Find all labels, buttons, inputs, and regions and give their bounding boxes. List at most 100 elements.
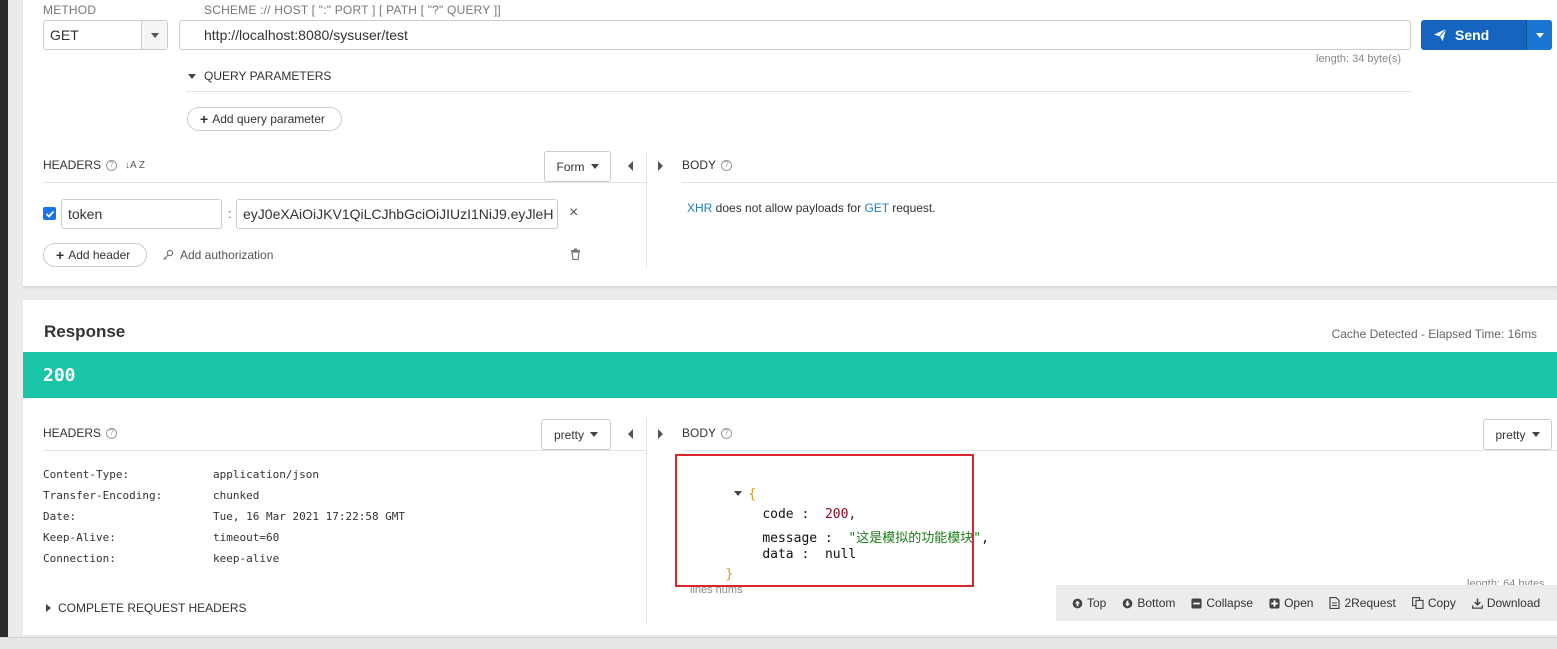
form-label: Form — [556, 159, 585, 174]
request-panel: METHOD GET SCHEME :// HOST [ ":" PORT ] … — [23, 0, 1557, 287]
get-link[interactable]: GET — [864, 201, 888, 215]
complete-request-headers-label: COMPLETE REQUEST HEADERS — [58, 601, 247, 615]
header-name-input[interactable]: token — [61, 199, 222, 229]
vertical-divider — [646, 151, 647, 268]
send-button-label: Send — [1455, 27, 1490, 43]
headers-label: HEADERS — [43, 158, 102, 172]
collapse-label: Collapse — [1206, 596, 1254, 610]
plus-icon: + — [56, 247, 65, 263]
collapse-button[interactable]: Collapse — [1191, 596, 1253, 610]
method-label: METHOD — [43, 3, 97, 17]
header-enabled-checkbox[interactable] — [43, 207, 56, 220]
response-header-row: Transfer-Encoding: chunked — [43, 489, 405, 510]
xhr-link[interactable]: XHR — [687, 201, 712, 215]
help-icon[interactable]: ? — [106, 159, 118, 171]
add-header-button[interactable]: + Add header — [43, 243, 147, 267]
response-headers-title-row: HEADERS ? — [43, 426, 118, 440]
send-button[interactable]: Send — [1421, 20, 1526, 50]
highlight-box — [675, 454, 974, 587]
response-header-value: keep-alive — [213, 552, 280, 565]
divider — [682, 450, 1557, 451]
response-title: Response — [44, 322, 126, 341]
collapse-left-icon[interactable] — [628, 161, 633, 171]
top-button[interactable]: Top — [1072, 596, 1106, 610]
divider — [43, 182, 647, 183]
response-header-row: Date: Tue, 16 Mar 2021 17:22:58 GMT — [43, 510, 405, 531]
body-note: XHR does not allow payloads for GET requ… — [687, 201, 936, 215]
status-bar: 200 — [23, 352, 1557, 398]
status-code: 200 — [43, 365, 76, 386]
chevron-down-icon — [188, 73, 196, 79]
help-icon[interactable]: ? — [106, 427, 118, 439]
url-input[interactable]: http://localhost:8080/sysuser/test — [179, 20, 1411, 50]
arrow-up-circle-icon — [1072, 598, 1083, 608]
plus-square-icon — [1269, 597, 1280, 609]
window-bottom-edge — [0, 637, 1557, 649]
response-header-row: Content-Type: application/json — [43, 468, 405, 489]
add-query-parameter-label: Add query parameter — [212, 112, 325, 126]
check-icon — [45, 210, 54, 218]
method-select[interactable]: GET — [43, 20, 168, 50]
plus-icon: + — [200, 111, 209, 127]
response-header-value: timeout=60 — [213, 531, 280, 544]
chevron-down-icon — [590, 164, 599, 169]
copy-icon — [1411, 597, 1424, 609]
response-headers-label: HEADERS — [43, 426, 102, 440]
open-label: Open — [1284, 596, 1314, 610]
response-headers-mode-dropdown[interactable]: pretty — [541, 419, 611, 450]
add-query-parameter-button[interactable]: + Add query parameter — [187, 107, 342, 131]
copy-label: Copy — [1427, 596, 1456, 610]
response-header-value: Tue, 16 Mar 2021 17:22:58 GMT — [213, 510, 406, 523]
header-separator: : — [228, 206, 232, 221]
close-icon[interactable]: × — [569, 204, 578, 222]
collapse-right-icon[interactable] — [658, 429, 663, 439]
divider — [186, 91, 1411, 92]
response-body-mode-dropdown[interactable]: pretty — [1483, 419, 1552, 450]
headers-form-dropdown[interactable]: Form — [544, 151, 611, 182]
add-authorization-link[interactable]: Add authorization — [162, 248, 273, 262]
collapse-right-icon[interactable] — [658, 161, 663, 171]
response-header-row: Connection: keep-alive — [43, 552, 405, 573]
chevron-down-icon — [590, 432, 598, 437]
method-dropdown-toggle[interactable] — [142, 21, 167, 49]
response-header-key: Transfer-Encoding: — [43, 489, 163, 502]
body-title-row: BODY ? — [682, 158, 733, 172]
sort-icon[interactable]: ↓A Z — [125, 160, 145, 171]
send-button-group: Send — [1421, 20, 1552, 50]
response-header-key: Date: — [43, 510, 77, 523]
copy-button[interactable]: Copy — [1411, 596, 1456, 610]
window-left-edge — [0, 0, 8, 649]
body-label: BODY — [682, 158, 717, 172]
send-options-toggle[interactable] — [1526, 20, 1552, 50]
add-header-label: Add header — [68, 248, 131, 262]
collapse-left-icon[interactable] — [628, 429, 633, 439]
bottom-button[interactable]: Bottom — [1122, 596, 1175, 610]
to-request-button[interactable]: 2Request — [1329, 596, 1396, 610]
response-header-key: Connection: — [43, 552, 116, 565]
trash-icon[interactable] — [570, 248, 581, 263]
response-toolbar: Top Bottom Collapse Open 2Request Copy D… — [1056, 585, 1557, 621]
download-button[interactable]: Download — [1471, 596, 1540, 610]
bottom-label: Bottom — [1137, 596, 1176, 610]
chevron-down-icon — [1535, 32, 1544, 38]
header-value-input[interactable]: eyJ0eXAiOiJKV1QiLCJhbGciOiJIUzI1NiJ9.eyJ… — [236, 199, 558, 229]
response-header-value: chunked — [213, 489, 260, 502]
paper-plane-icon — [1433, 28, 1447, 42]
body-note-text: does not allow payloads for — [712, 201, 865, 215]
help-icon[interactable]: ? — [721, 159, 733, 171]
body-note-end: request. — [888, 201, 936, 215]
headers-mode-label: pretty — [553, 427, 584, 442]
help-icon[interactable]: ? — [721, 427, 733, 439]
divider — [43, 450, 647, 451]
add-authorization-label: Add authorization — [180, 248, 274, 262]
minus-square-icon — [1191, 597, 1202, 609]
open-button[interactable]: Open — [1269, 596, 1313, 610]
query-params-label: QUERY PARAMETERS — [204, 69, 332, 83]
query-params-toggle[interactable]: QUERY PARAMETERS — [188, 69, 331, 83]
headers-title-row: HEADERS ? ↓A Z — [43, 158, 145, 172]
url-length: length: 34 byte(s) — [1316, 53, 1401, 65]
chevron-down-icon — [1531, 432, 1540, 437]
complete-request-headers-toggle[interactable]: COMPLETE REQUEST HEADERS — [46, 601, 246, 615]
url-hint: SCHEME :// HOST [ ":" PORT ] [ PATH [ "?… — [204, 3, 501, 17]
response-body-title-row: BODY ? — [682, 426, 733, 440]
